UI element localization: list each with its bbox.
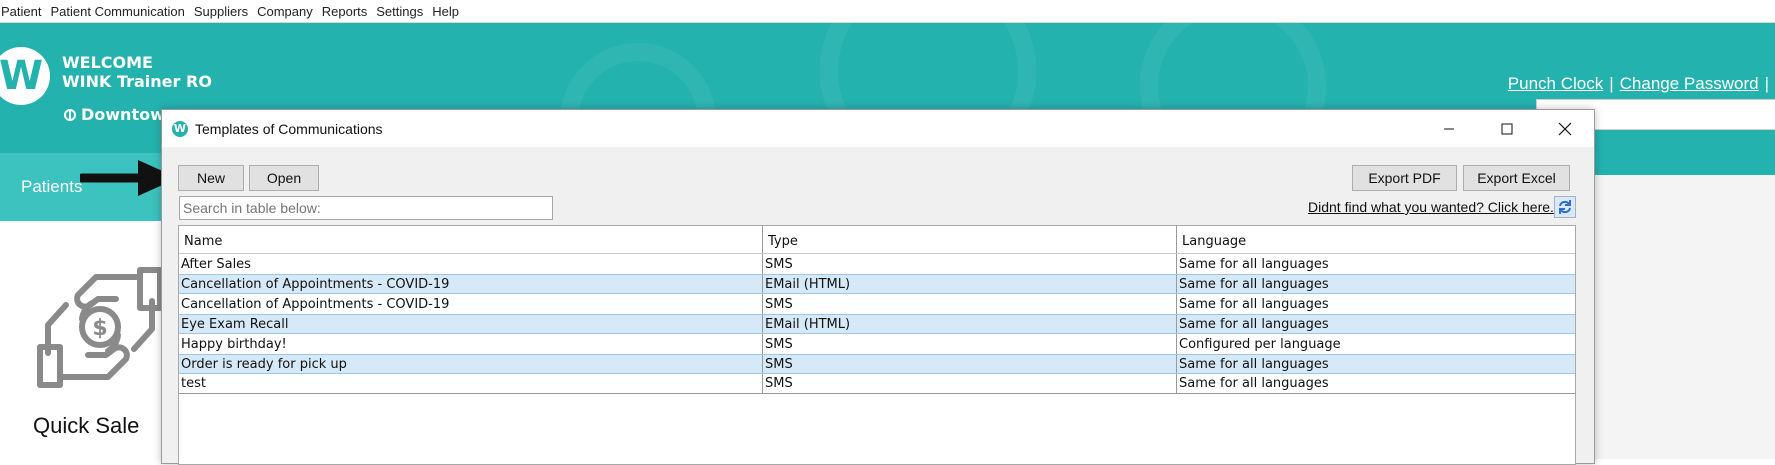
table-row[interactable]: Cancellation of Appointments - COVID-19 … (179, 294, 1575, 314)
refresh-button[interactable] (1554, 196, 1576, 218)
link-separator: | (1609, 74, 1614, 93)
cell-language: Same for all languages (1179, 356, 1329, 372)
svg-text:$: $ (92, 316, 107, 341)
export-pdf-button[interactable]: Export PDF (1352, 165, 1457, 191)
cell-name: After Sales (179, 254, 763, 274)
cell-type: EMail (HTML) (763, 275, 1177, 293)
globe-icon (64, 108, 76, 121)
quick-sale-icon[interactable]: $ (36, 265, 164, 390)
location-name: Downtow (81, 105, 165, 124)
export-excel-button[interactable]: Export Excel (1463, 165, 1570, 191)
cell-language: Configured per language (1179, 336, 1341, 352)
column-header-type[interactable]: Type (763, 226, 1177, 253)
dialog-title: Templates of Communications (195, 120, 383, 137)
minimize-icon (1444, 128, 1454, 129)
table-row[interactable]: test SMS Same for all languages (179, 374, 1575, 394)
column-header-language[interactable]: Language (1177, 226, 1575, 253)
cell-name: Order is ready for pick up (179, 355, 763, 373)
close-icon (1558, 122, 1572, 135)
menu-suppliers[interactable]: Suppliers (190, 4, 253, 19)
app-icon: W (172, 120, 188, 137)
table-header-row: Name Type Language (179, 226, 1575, 254)
cell-name: test (179, 374, 763, 393)
refresh-icon (1559, 200, 1571, 214)
cell-name: Happy birthday! (179, 334, 763, 354)
cell-language: Same for all languages (1179, 256, 1329, 272)
close-button[interactable] (1536, 110, 1594, 147)
column-header-name[interactable]: Name (179, 226, 763, 253)
menu-patient-communication[interactable]: Patient Communication (46, 4, 189, 19)
templates-table: Name Type Language After Sales SMS Same … (178, 225, 1576, 465)
table-row[interactable]: Eye Exam Recall EMail (HTML) Same for al… (179, 314, 1575, 334)
cell-language: Same for all languages (1179, 276, 1329, 292)
table-row[interactable]: Happy birthday! SMS Configured per langu… (179, 334, 1575, 354)
welcome-line: WELCOME (62, 53, 153, 72)
cell-language: Same for all languages (1179, 296, 1329, 312)
menu-patient[interactable]: Patient (0, 4, 46, 19)
maximize-icon (1501, 123, 1513, 134)
cell-type: SMS (763, 334, 1177, 354)
table-search-input[interactable] (179, 196, 553, 220)
cell-name: Cancellation of Appointments - COVID-19 (179, 294, 763, 314)
link-separator: | (1764, 74, 1769, 93)
cell-name: Eye Exam Recall (179, 315, 763, 333)
change-password-link[interactable]: Change Password (1620, 74, 1759, 93)
cell-language: Same for all languages (1179, 316, 1329, 332)
table-row[interactable]: After Sales SMS Same for all languages (179, 254, 1575, 274)
help-link[interactable]: Didnt find what you wanted? Click here. (1308, 199, 1554, 215)
right-panel (1594, 175, 1775, 459)
menu-bar: Patient Patient Communication Suppliers … (0, 0, 1775, 23)
dialog-titlebar[interactable]: W Templates of Communications (162, 110, 1594, 147)
cell-type: SMS (763, 294, 1177, 314)
menu-company[interactable]: Company (253, 4, 318, 19)
header-links: Punch Clock | Change Password | (1508, 74, 1775, 94)
user-name: WINK Trainer RO (62, 72, 212, 91)
menu-settings[interactable]: Settings (372, 4, 428, 19)
cell-type: SMS (763, 374, 1177, 393)
cell-language: Same for all languages (1179, 376, 1329, 391)
templates-dialog: W Templates of Communications New Open E… (161, 109, 1595, 465)
welcome-text: WELCOME WINK Trainer RO (62, 53, 212, 91)
menu-help[interactable]: Help (428, 4, 464, 19)
punch-clock-link[interactable]: Punch Clock (1508, 74, 1603, 93)
maximize-button[interactable] (1478, 110, 1536, 147)
wink-logo-icon: W (0, 47, 50, 105)
new-button[interactable]: New (178, 165, 244, 191)
minimize-button[interactable] (1420, 110, 1478, 147)
location-selector[interactable]: Downtow (64, 105, 165, 124)
menu-reports[interactable]: Reports (318, 4, 373, 19)
cell-name: Cancellation of Appointments - COVID-19 (179, 275, 763, 293)
table-row[interactable]: Cancellation of Appointments - COVID-19 … (179, 274, 1575, 294)
open-button[interactable]: Open (249, 165, 319, 191)
quick-sale-label[interactable]: Quick Sale (33, 413, 139, 439)
table-row[interactable]: Order is ready for pick up SMS Same for … (179, 354, 1575, 374)
cell-type: EMail (HTML) (763, 315, 1177, 333)
cell-type: SMS (763, 254, 1177, 274)
cell-type: SMS (763, 355, 1177, 373)
